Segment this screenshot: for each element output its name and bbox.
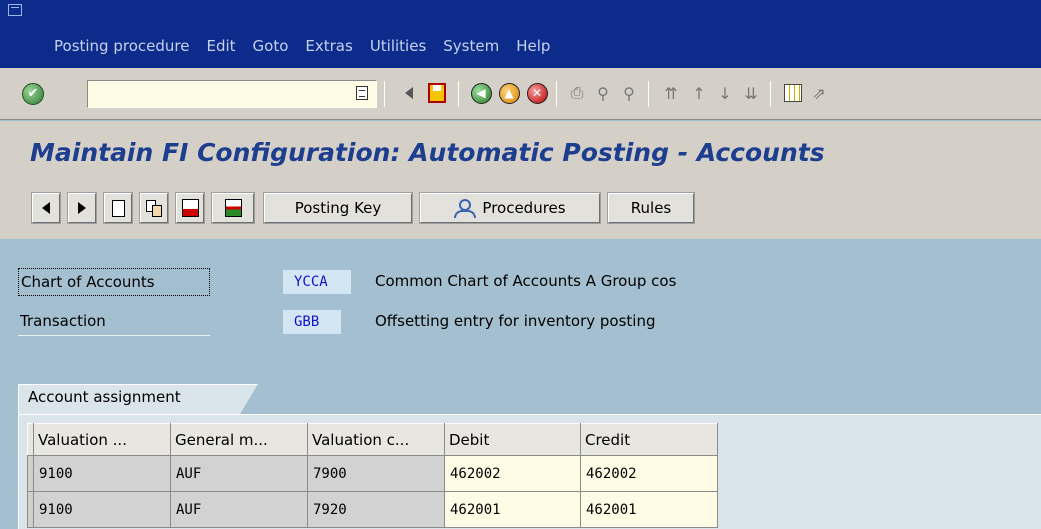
menu-edit[interactable]: Edit <box>206 37 235 55</box>
col-debit[interactable]: Debit <box>444 423 581 456</box>
menu-system[interactable]: System <box>443 37 499 55</box>
toolbar-separator <box>648 81 649 107</box>
cell-general-modification: AUF <box>170 455 308 492</box>
table-row[interactable]: 9100 AUF 7920 462001 462001 <box>27 491 718 528</box>
previous-page-icon[interactable]: ↑ <box>688 82 710 104</box>
title-bar: Maintain FI Configuration: Automatic Pos… <box>0 121 1041 181</box>
table-row[interactable]: 9100 AUF 7900 462002 462002 <box>27 455 718 492</box>
create-session-icon[interactable] <box>782 82 804 104</box>
col-credit[interactable]: Credit <box>580 423 718 456</box>
col-general-modification[interactable]: General m... <box>170 423 308 456</box>
cell-valuation-class: 7900 <box>307 455 445 492</box>
cancel-icon[interactable]: ✕ <box>526 82 548 104</box>
transaction-label: Transaction <box>18 308 210 336</box>
cell-valuation-modif: 9100 <box>33 491 171 528</box>
next-page-icon[interactable]: ↓ <box>714 82 736 104</box>
transaction-description: Offsetting entry for inventory posting <box>375 312 656 330</box>
last-page-icon[interactable]: ⇊ <box>740 82 762 104</box>
menu-extras[interactable]: Extras <box>305 37 352 55</box>
transaction-field[interactable]: GBB <box>283 310 341 334</box>
col-valuation-class[interactable]: Valuation c... <box>307 423 445 456</box>
new-entries-button[interactable] <box>103 192 133 224</box>
cell-general-modification: AUF <box>170 491 308 528</box>
back-icon[interactable]: ◀ <box>470 82 492 104</box>
next-entry-button[interactable] <box>67 192 97 224</box>
tab-label: Account assignment <box>28 388 181 406</box>
enter-icon[interactable]: ✔ <box>22 83 44 105</box>
menu-goto[interactable]: Goto <box>253 37 289 55</box>
posting-key-button[interactable]: Posting Key <box>263 192 413 224</box>
table-header-row: Valuation ... General m... Valuation c..… <box>27 423 718 456</box>
shortcut-icon[interactable]: ⇗ <box>808 82 830 104</box>
procedures-button[interactable]: Procedures <box>419 192 601 224</box>
cell-debit[interactable]: 462001 <box>444 491 581 528</box>
chart-of-accounts-field[interactable]: YCCA <box>283 270 351 294</box>
first-page-icon[interactable]: ⇈ <box>660 82 682 104</box>
account-assignment-table: Valuation ... General m... Valuation c..… <box>27 423 718 528</box>
save-variant-button[interactable] <box>211 192 255 224</box>
cell-credit[interactable]: 462001 <box>580 491 718 528</box>
delete-button[interactable] <box>175 192 205 224</box>
previous-entry-button[interactable] <box>31 192 61 224</box>
chart-of-accounts-description: Common Chart of Accounts A Group cos <box>375 272 677 290</box>
menu-bar: Posting procedure Edit Goto Extras Utili… <box>0 0 1041 68</box>
standard-toolbar: ✔ ◀ ▲ ✕ ⎙ ⚲ ⚲ ⇈ ↑ ↓ ⇊ ⇗ <box>0 68 1041 120</box>
arrow-left-icon <box>42 202 50 214</box>
print-icon[interactable]: ⎙ <box>566 82 588 104</box>
application-toolbar: Posting Key Procedures Rules <box>0 181 1041 239</box>
cell-credit[interactable]: 462002 <box>580 455 718 492</box>
toolbar-separator <box>458 81 459 107</box>
cell-valuation-class: 7920 <box>307 491 445 528</box>
tab-account-assignment[interactable]: Account assignment <box>18 384 258 414</box>
procedures-label: Procedures <box>482 199 566 217</box>
menu-help[interactable]: Help <box>516 37 550 55</box>
command-field-dropdown-icon[interactable] <box>356 86 368 100</box>
menu-list: Posting procedure Edit Goto Extras Utili… <box>54 37 567 55</box>
back-arrow-icon[interactable] <box>398 82 420 104</box>
col-valuation-modif[interactable]: Valuation ... <box>33 423 171 456</box>
select-block-icon <box>224 199 242 217</box>
cell-debit[interactable]: 462002 <box>444 455 581 492</box>
chart-of-accounts-label: Chart of Accounts <box>18 268 210 296</box>
system-menu-icon[interactable] <box>8 4 22 16</box>
rules-button[interactable]: Rules <box>607 192 695 224</box>
arrow-right-icon <box>78 202 86 214</box>
save-icon[interactable] <box>426 82 448 104</box>
copy-icon <box>145 199 163 217</box>
cell-valuation-modif: 9100 <box>33 455 171 492</box>
find-next-icon[interactable]: ⚲ <box>618 82 640 104</box>
menu-utilities[interactable]: Utilities <box>370 37 426 55</box>
toolbar-separator <box>770 81 771 107</box>
page-title: Maintain FI Configuration: Automatic Pos… <box>30 138 825 167</box>
toolbar-separator <box>556 81 557 107</box>
exit-icon[interactable]: ▲ <box>498 82 520 104</box>
delete-icon <box>181 199 199 217</box>
toolbar-separator <box>384 81 385 107</box>
menu-posting-procedure[interactable]: Posting procedure <box>54 37 189 55</box>
person-icon <box>454 199 477 218</box>
find-icon[interactable]: ⚲ <box>592 82 614 104</box>
document-icon <box>111 199 125 217</box>
command-field[interactable] <box>87 80 377 108</box>
copy-as-button[interactable] <box>139 192 169 224</box>
